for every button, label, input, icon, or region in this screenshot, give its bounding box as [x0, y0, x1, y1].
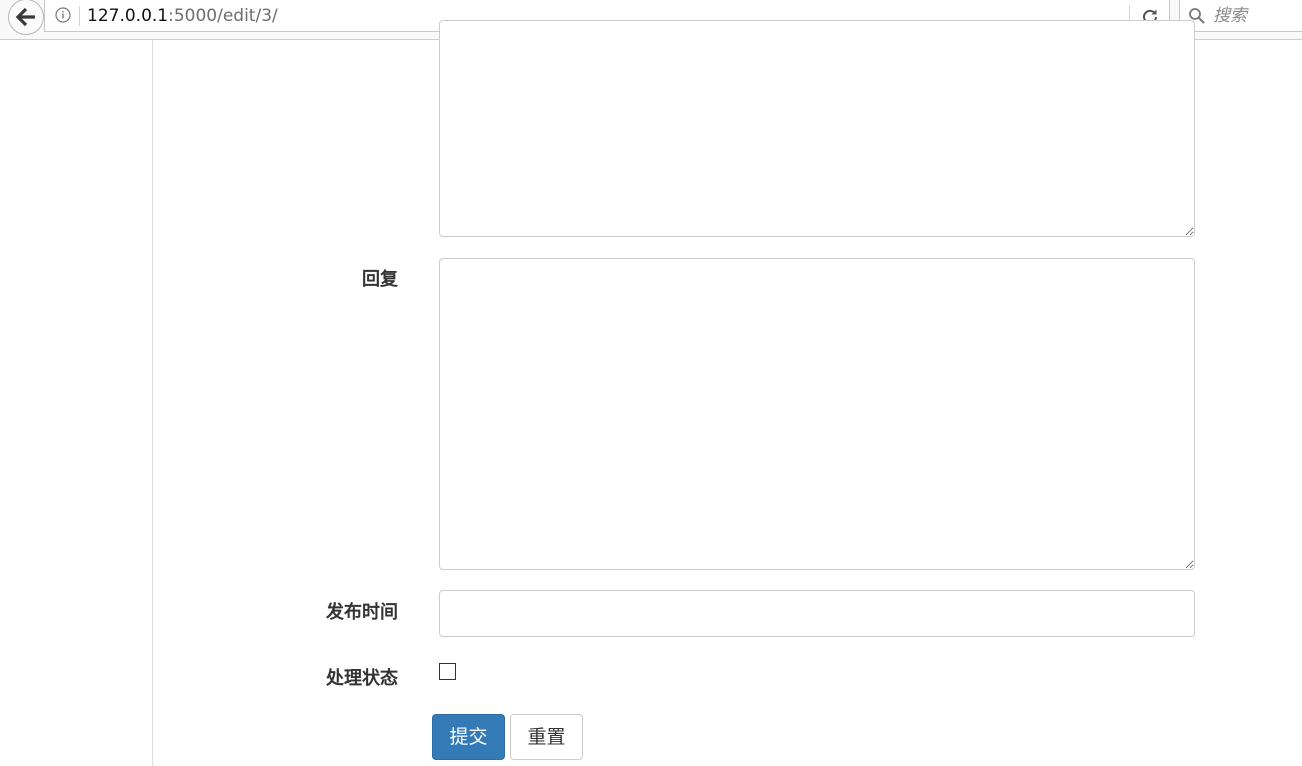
url-text[interactable]: 127.0.0.1:5000/edit/3/ [87, 5, 278, 27]
submit-button[interactable]: 提交 [432, 714, 505, 760]
search-placeholder: 搜索 [1213, 6, 1247, 26]
reply-label: 回复 [362, 269, 398, 290]
container-border [152, 40, 153, 766]
status-checkbox[interactable] [439, 663, 456, 680]
search-box[interactable]: 搜索 [1179, 0, 1302, 32]
status-label: 处理状态 [326, 668, 398, 689]
url-path: :5000/edit/3/ [168, 6, 278, 26]
arrow-left-icon [15, 7, 35, 27]
back-button[interactable] [8, 0, 44, 35]
url-separator [79, 6, 80, 26]
info-icon[interactable] [55, 7, 71, 23]
reply-textarea[interactable] [439, 258, 1195, 570]
publish-time-label: 发布时间 [326, 602, 398, 623]
content-textarea[interactable] [439, 20, 1195, 237]
reset-button[interactable]: 重置 [510, 714, 583, 760]
url-host: 127.0.0.1 [87, 6, 169, 26]
publish-time-input[interactable] [439, 590, 1195, 637]
